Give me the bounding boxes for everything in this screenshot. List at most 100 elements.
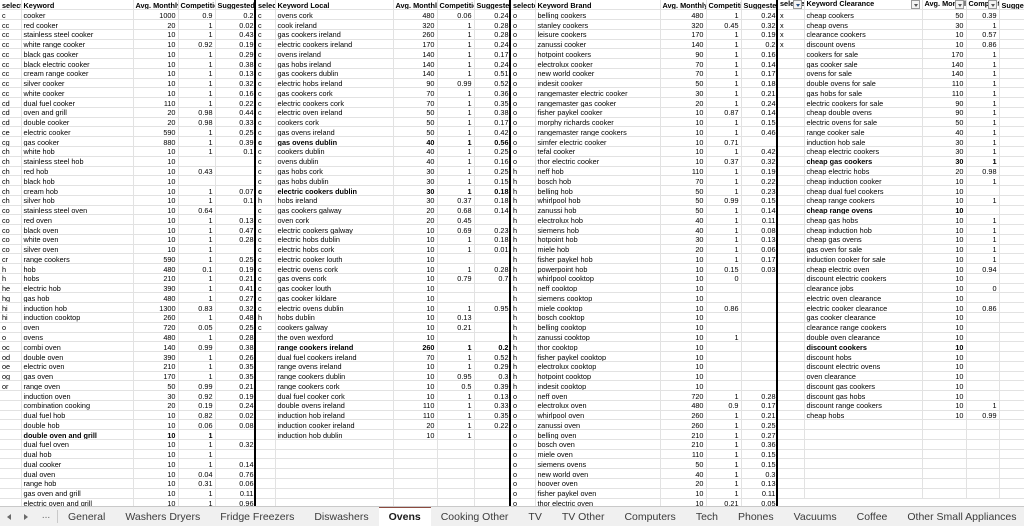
cell-keyword[interactable]: electrolux cooker bbox=[535, 58, 661, 69]
cell-competition[interactable]: 1 bbox=[437, 234, 475, 245]
cell-competition[interactable]: 1 bbox=[437, 107, 475, 118]
sheet-tab-diswashers[interactable]: Diswashers bbox=[304, 507, 378, 526]
more-sheets-icon[interactable]: ... bbox=[38, 510, 54, 524]
cell-competition[interactable]: 1 bbox=[437, 185, 475, 196]
cell-suggested-bid[interactable] bbox=[999, 39, 1024, 50]
cell-selected[interactable] bbox=[778, 156, 805, 167]
cell-selected[interactable] bbox=[778, 400, 805, 411]
cell-keyword[interactable]: belling cookers bbox=[535, 9, 661, 21]
cell-competition[interactable]: 1 bbox=[437, 419, 475, 431]
cell-keyword[interactable]: cheap range cookers bbox=[804, 195, 923, 206]
cell-competition[interactable]: 1 bbox=[706, 205, 742, 216]
cell-keyword[interactable]: indesit cooktop bbox=[535, 380, 661, 392]
table-row[interactable]: c gas ovens dublin 40 1 0.56 bbox=[256, 136, 509, 147]
cell-selected[interactable]: c bbox=[256, 29, 276, 40]
cell-suggested-bid[interactable] bbox=[999, 322, 1024, 333]
table-row[interactable]: h thor cooktop 10 bbox=[511, 341, 776, 353]
cell-competition[interactable]: 1 bbox=[706, 58, 742, 69]
cell-selected[interactable]: o bbox=[511, 458, 536, 470]
cell-competition[interactable]: 1 bbox=[706, 185, 742, 196]
cell-selected[interactable]: o bbox=[511, 9, 536, 21]
cell-competition[interactable]: 1 bbox=[178, 312, 216, 323]
cell-searches[interactable]: 10 bbox=[133, 205, 179, 216]
cell-empty[interactable] bbox=[778, 439, 805, 450]
table-row[interactable]: c oven cork 20 0.45 bbox=[256, 214, 509, 226]
cell-searches[interactable]: 110 bbox=[393, 410, 438, 421]
cell-searches[interactable]: 10 bbox=[133, 244, 179, 255]
table-row[interactable]: cd oven and grill 20 0.98 0.44 bbox=[0, 107, 254, 118]
cell-searches[interactable]: 10 bbox=[922, 185, 967, 196]
cell-selected[interactable]: ch bbox=[0, 146, 22, 157]
cell-competition[interactable]: 1 bbox=[706, 410, 742, 421]
cell-suggested-bid[interactable] bbox=[999, 292, 1024, 304]
cell-competition[interactable]: 1 bbox=[706, 253, 742, 265]
cell-competition[interactable]: 1 bbox=[437, 117, 475, 128]
cell-searches[interactable]: 10 bbox=[133, 458, 179, 470]
cell-suggested-bid[interactable]: 0.44 bbox=[215, 107, 254, 118]
cell-searches[interactable]: 40 bbox=[393, 156, 438, 167]
cell-suggested-bid[interactable]: 0.28 bbox=[474, 29, 509, 40]
cell-searches[interactable]: 10 bbox=[133, 175, 179, 187]
cell-empty[interactable] bbox=[275, 449, 394, 460]
cell-selected[interactable]: c bbox=[256, 234, 276, 245]
cell-selected[interactable] bbox=[0, 498, 22, 506]
table-row[interactable]: ce electric cooker 590 1 0.25 bbox=[0, 126, 254, 138]
cell-searches[interactable]: 20 bbox=[393, 205, 438, 216]
sheet-tab-cooking-other[interactable]: Cooking Other bbox=[431, 507, 519, 526]
cell-keyword[interactable]: gas cooker louth bbox=[275, 283, 394, 294]
cell-suggested-bid[interactable]: 0.22 bbox=[215, 97, 254, 108]
cell-keyword[interactable]: miele cooktop bbox=[535, 302, 661, 313]
cell-suggested-bid[interactable] bbox=[999, 9, 1024, 21]
cell-searches[interactable]: 70 bbox=[393, 351, 438, 362]
cell-suggested-bid[interactable]: 0.48 bbox=[215, 312, 254, 323]
cell-searches[interactable]: 10 bbox=[922, 410, 967, 421]
cell-competition[interactable]: 0.57 bbox=[966, 29, 1000, 40]
column-block-keyword-brand[interactable]: selectedKeyword Brand Avg. Monthly Search… bbox=[511, 0, 778, 506]
cell-suggested-bid[interactable] bbox=[999, 244, 1024, 255]
cell-keyword[interactable]: induction cooker for sale bbox=[804, 253, 923, 265]
table-row[interactable]: c gas ovens cork 10 0.79 0.7 bbox=[256, 273, 509, 284]
table-row[interactable]: c gas cooker kildare 10 bbox=[256, 292, 509, 304]
cell-selected[interactable]: h bbox=[511, 244, 536, 255]
cell-empty[interactable] bbox=[922, 488, 967, 499]
cell-competition[interactable]: 0.79 bbox=[437, 273, 475, 284]
table-row[interactable]: electric oven clearance 10 bbox=[778, 292, 1024, 304]
cell-suggested-bid[interactable]: 0.23 bbox=[741, 185, 776, 196]
cell-searches[interactable]: 10 bbox=[922, 322, 967, 333]
cell-suggested-bid[interactable] bbox=[215, 429, 254, 440]
cell-suggested-bid[interactable]: 0.24 bbox=[474, 58, 509, 69]
table-row[interactable]: combination cooking 20 0.19 0.24 bbox=[0, 400, 254, 411]
table-row[interactable]: c ovens dublin 40 1 0.16 bbox=[256, 156, 509, 167]
cell-competition[interactable]: 0.04 bbox=[178, 468, 216, 480]
cell-competition[interactable]: 0.82 bbox=[178, 410, 216, 421]
cell-selected[interactable] bbox=[256, 429, 276, 440]
cell-selected[interactable] bbox=[778, 283, 805, 294]
cell-competition[interactable]: 1 bbox=[706, 439, 742, 450]
cell-keyword[interactable]: cooker bbox=[21, 9, 134, 21]
cell-suggested-bid[interactable]: 0.15 bbox=[741, 117, 776, 128]
cell-suggested-bid[interactable] bbox=[215, 244, 254, 255]
cell-keyword[interactable]: cheap dual fuel cookers bbox=[804, 185, 923, 196]
cell-suggested-bid[interactable]: 0.25 bbox=[474, 166, 509, 177]
table-row[interactable]: c electric oven ireland 50 1 0.38 bbox=[256, 107, 509, 118]
cell-keyword[interactable]: discount range cookers bbox=[804, 400, 923, 411]
cell-selected[interactable]: c bbox=[256, 58, 276, 69]
cell-keyword[interactable]: gas cooker clearance bbox=[804, 312, 923, 323]
cell-competition[interactable]: 1 bbox=[437, 136, 475, 147]
cell-empty[interactable] bbox=[474, 498, 509, 506]
cell-keyword[interactable]: red hob bbox=[21, 166, 134, 177]
cell-competition[interactable]: 1 bbox=[706, 390, 742, 401]
cell-competition[interactable]: 1 bbox=[178, 195, 216, 206]
cell-selected[interactable] bbox=[256, 341, 276, 353]
cell-competition[interactable]: 1 bbox=[437, 39, 475, 50]
cell-searches[interactable]: 480 bbox=[660, 9, 707, 21]
cell-selected[interactable] bbox=[778, 234, 805, 245]
cell-searches[interactable]: 10 bbox=[660, 371, 707, 382]
table-row[interactable]: o belling cookers 480 1 0.24 bbox=[511, 9, 776, 21]
table-row[interactable]: h indesit cooktop 10 bbox=[511, 380, 776, 392]
cell-keyword[interactable]: electric cookers dublin bbox=[275, 185, 394, 196]
cell-competition[interactable]: 0.21 bbox=[706, 498, 742, 506]
cell-searches[interactable]: 10 bbox=[660, 156, 707, 167]
cell-keyword[interactable]: gas oven and grill bbox=[21, 488, 134, 499]
cell-keyword[interactable]: cheap range ovens bbox=[804, 205, 923, 216]
